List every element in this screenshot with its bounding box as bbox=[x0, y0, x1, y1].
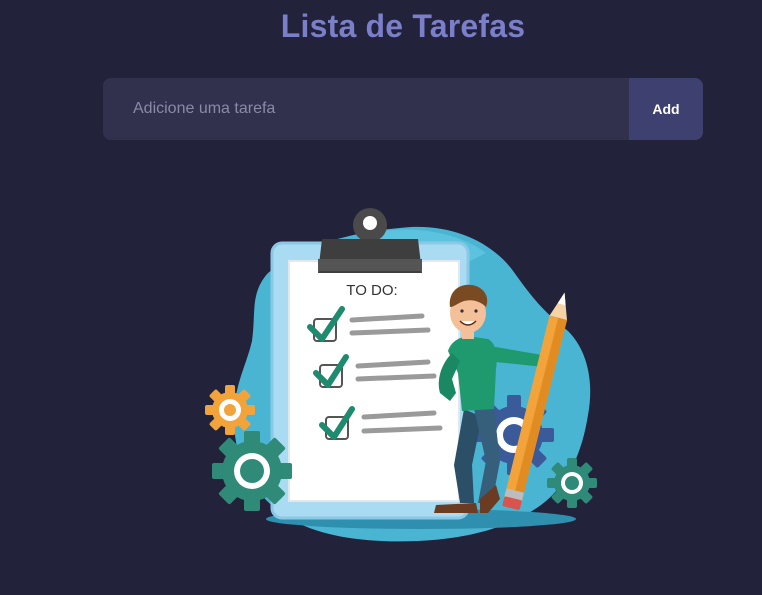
clip-base bbox=[318, 259, 422, 271]
todo-illustration: TO DO: bbox=[205, 208, 597, 542]
task-input[interactable] bbox=[103, 78, 629, 140]
page-title: Lista de Tarefas bbox=[280, 8, 526, 44]
list-line-1b bbox=[349, 327, 431, 336]
teal-gear-left-icon bbox=[212, 431, 292, 511]
task-form: Add bbox=[103, 78, 703, 140]
list-line-3b bbox=[361, 425, 443, 434]
orange-gear-icon bbox=[205, 385, 255, 435]
list-line-2b bbox=[355, 373, 437, 382]
teal-gear-right-icon bbox=[547, 458, 597, 508]
clip-ring-hole bbox=[363, 216, 377, 230]
add-button[interactable]: Add bbox=[629, 78, 703, 140]
clipboard-heading: TO DO: bbox=[346, 282, 397, 299]
